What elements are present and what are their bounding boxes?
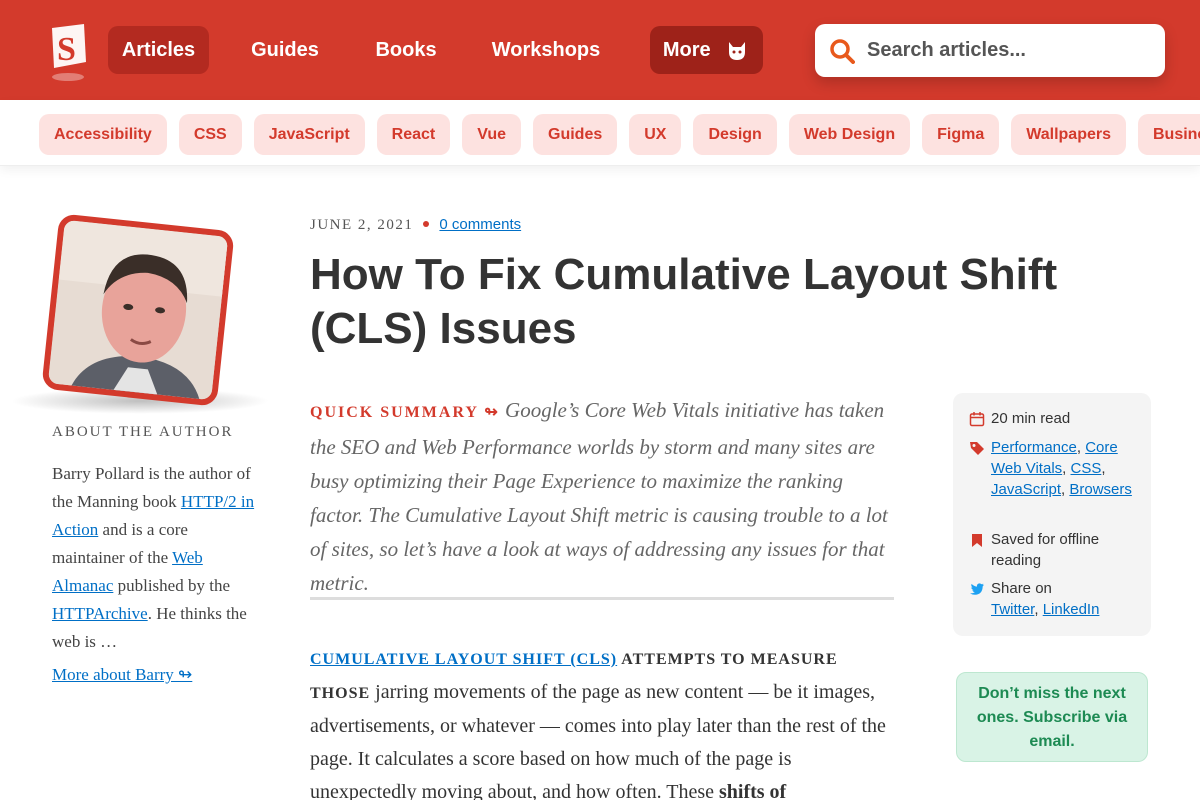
quick-summary-label: QUICK SUMMARY ↬ (310, 404, 500, 421)
tag-ux[interactable]: UX (629, 114, 682, 155)
author-bio-text: published by the (113, 576, 230, 595)
tag-link-javascript[interactable]: JavaScript (991, 481, 1061, 498)
twitter-icon (970, 583, 984, 595)
tag-business[interactable]: Business (1137, 114, 1200, 155)
cat-mascot-icon (729, 41, 746, 60)
comments-link[interactable]: 0 comments (439, 216, 521, 233)
quick-summary: QUICK SUMMARY ↬ Google’s Core Web Vitals… (310, 393, 895, 600)
nav-more[interactable]: More (650, 26, 763, 74)
cls-link[interactable]: CUMULATIVE LAYOUT SHIFT (CLS) (310, 651, 617, 668)
calendar-icon (969, 412, 985, 427)
search-input[interactable] (867, 32, 1152, 68)
nav-workshops[interactable]: Workshops (480, 26, 612, 74)
more-about-author-link[interactable]: More about Barry ↬ (52, 665, 192, 685)
tag-react[interactable]: React (376, 114, 451, 155)
smashing-logo-icon[interactable]: S (44, 22, 92, 82)
body-bold-text: shifts of (718, 781, 787, 800)
read-time-row: 20 min read (969, 408, 1144, 430)
nav-books[interactable]: Books (362, 26, 450, 74)
article-title: How To Fix Cumulative Layout Shift (CLS)… (310, 250, 1058, 353)
author-bio: Barry Pollard is the author of the Manni… (52, 460, 257, 656)
share-label: Share on (991, 580, 1052, 597)
tag-web-design[interactable]: Web Design (788, 114, 911, 155)
share-linkedin-link[interactable]: LinkedIn (1043, 601, 1100, 618)
share-links: Share on Twitter, LinkedIn (991, 580, 1100, 618)
read-time: 20 min read (991, 410, 1071, 427)
tag-list: Accessibility CSS JavaScript React Vue Guides… (39, 114, 1200, 155)
tag-icon (970, 442, 984, 455)
tag-design[interactable]: Design (693, 114, 777, 155)
tag-link-browsers[interactable]: Browsers (1069, 481, 1132, 498)
article-body: CUMULATIVE LAYOUT SHIFT (CLS) ATTEMPTS T… (310, 642, 900, 800)
saved-row: Saved for offline reading (969, 529, 1144, 573)
tag-link-css[interactable]: CSS (1071, 460, 1102, 477)
author-photo[interactable] (41, 213, 235, 407)
category-tag-bar: Accessibility CSS JavaScript React Vue Guides… (0, 100, 1200, 166)
body-paragraph-text: jarring movements of the page as new con… (310, 681, 886, 800)
search-icon[interactable] (829, 38, 855, 64)
subscribe-email-button[interactable]: Don’t miss the next ones. Subscribe via … (956, 672, 1148, 762)
tag-figma[interactable]: Figma (922, 114, 1000, 155)
svg-text:S: S (57, 31, 76, 68)
nav-articles[interactable]: Articles (108, 26, 209, 74)
saved-offline-text: Saved for offline reading (991, 531, 1100, 569)
summary-divider (310, 597, 894, 600)
tag-link-performance[interactable]: Performance (991, 439, 1077, 456)
tag-vue[interactable]: Vue (462, 114, 521, 155)
tag-javascript[interactable]: JavaScript (253, 114, 365, 155)
meta-separator-dot (423, 221, 430, 228)
tags-row: Performance, Core Web Vitals, CSS, JavaS… (969, 437, 1144, 521)
tag-css[interactable]: CSS (178, 114, 242, 155)
article-tags: Performance, Core Web Vitals, CSS, JavaS… (991, 439, 1132, 498)
tag-guides[interactable]: Guides (533, 114, 618, 155)
nav-guides[interactable]: Guides (236, 26, 334, 74)
search-box[interactable] (815, 24, 1165, 77)
tag-accessibility[interactable]: Accessibility (39, 114, 167, 155)
share-twitter-link[interactable]: Twitter (991, 601, 1034, 618)
top-navigation: S Articles Guides Books Workshops More (0, 0, 1200, 100)
author-portrait-image (46, 219, 235, 407)
article-info-box: 20 min read Performance, Core Web Vitals… (953, 393, 1151, 636)
share-row: Share on Twitter, LinkedIn (969, 578, 1144, 622)
quick-summary-text: Google’s Core Web Vitals initiative has … (310, 398, 888, 595)
nav-more-label: More (662, 39, 711, 61)
tag-wallpapers[interactable]: Wallpapers (1011, 114, 1126, 155)
about-author-heading: ABOUT THE AUTHOR (52, 424, 234, 440)
bookmark-icon (972, 534, 982, 547)
link-httparchive[interactable]: HTTPArchive (52, 604, 148, 623)
article-meta: JUNE 2, 2021 0 comments (310, 216, 521, 234)
publish-date: JUNE 2, 2021 (310, 217, 414, 233)
